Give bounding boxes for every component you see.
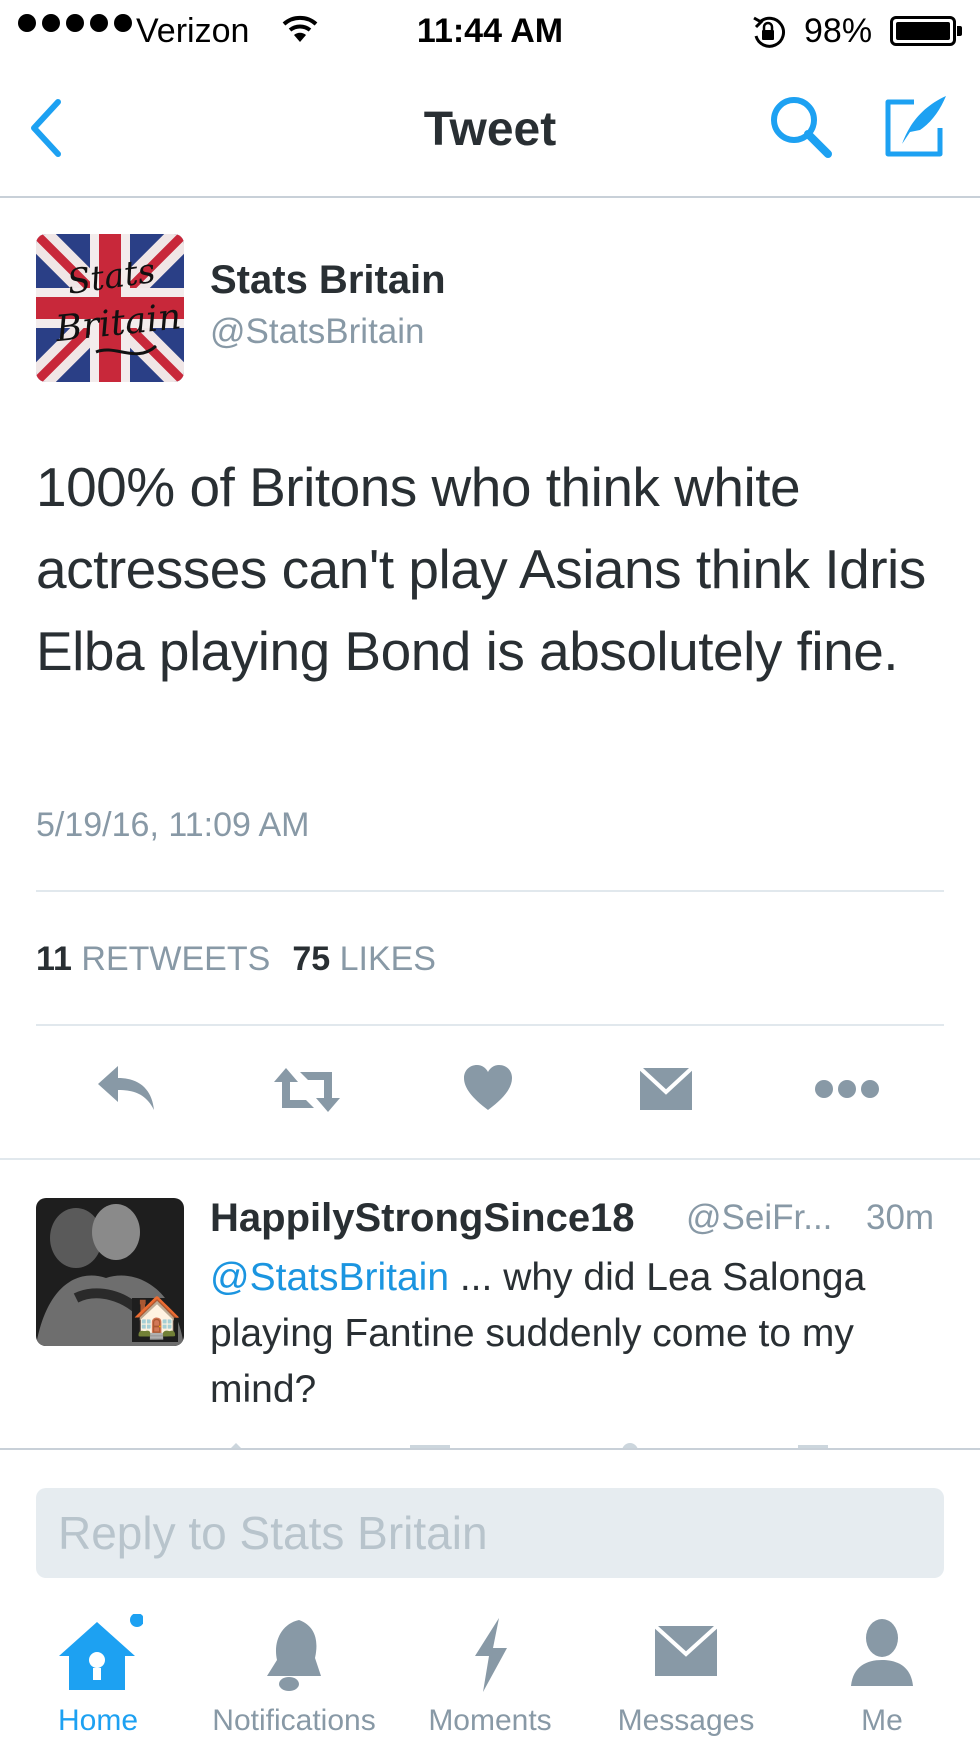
like-button[interactable] <box>462 1064 514 1117</box>
union-jack-logo: Stats Britain <box>36 234 184 382</box>
tab-label: Home <box>57 1704 139 1737</box>
author-avatar[interactable]: Stats Britain <box>36 234 184 382</box>
tab-label: Moments <box>428 1704 552 1737</box>
likes-stat[interactable]: 75 LIKES <box>292 940 436 978</box>
tab-moments[interactable]: Moments <box>392 1604 588 1740</box>
navigation-bar: Tweet <box>0 64 980 198</box>
compose-icon <box>885 96 946 157</box>
tab-notifications[interactable]: Notifications <box>196 1604 392 1740</box>
reply-button[interactable] <box>96 1064 158 1117</box>
tab-home[interactable]: Home <box>0 1604 196 1740</box>
bell-icon <box>196 1614 392 1694</box>
reply-time: 30m <box>866 1198 935 1237</box>
likes-count: 75 <box>292 940 331 978</box>
retweet-icon <box>274 1068 340 1112</box>
reply-bar <box>0 1448 980 1606</box>
direct-message-button[interactable] <box>638 1064 694 1119</box>
envelope-icon <box>588 1614 784 1694</box>
battery-percent: 98% <box>804 12 873 50</box>
envelope-icon <box>638 1066 694 1110</box>
reply-author-name[interactable]: HappilyStrongSince18 <box>210 1196 635 1241</box>
retweet-button[interactable] <box>272 1064 342 1121</box>
search-icon <box>771 97 832 158</box>
author-handle[interactable]: @StatsBritain <box>210 312 425 352</box>
tweet-text: 100% of Britons who think white actresse… <box>36 456 926 682</box>
home-icon <box>0 1614 196 1694</box>
tweet-timestamp: 5/19/16, 11:09 AM <box>36 806 310 844</box>
retweets-label: RETWEETS <box>81 940 271 978</box>
retweets-count: 11 <box>36 940 72 978</box>
reply-input[interactable] <box>36 1488 944 1578</box>
divider <box>0 1158 980 1160</box>
tweet-actions <box>0 1052 980 1132</box>
likes-label: LIKES <box>339 940 436 978</box>
heart-icon <box>464 1065 512 1110</box>
tab-me[interactable]: Me <box>784 1604 980 1740</box>
reply-mention[interactable]: @StatsBritain <box>210 1256 449 1299</box>
tab-bar: Home Notifications Moments Messages Me <box>0 1604 980 1740</box>
divider <box>36 890 944 892</box>
tab-label: Messages <box>617 1704 755 1737</box>
tab-label: Me <box>861 1704 903 1737</box>
rotation-lock-icon <box>748 12 788 61</box>
compose-button[interactable] <box>880 92 950 167</box>
retweets-stat[interactable]: 11 RETWEETS <box>36 940 270 978</box>
divider <box>36 1024 944 1026</box>
reply-author-handle[interactable]: @SeiFr... <box>686 1198 832 1238</box>
battery-icon <box>890 16 962 46</box>
house-emoji: 🏠 <box>132 1296 182 1340</box>
lightning-icon <box>392 1614 588 1694</box>
more-icon <box>815 1080 879 1098</box>
reply-author-avatar[interactable]: 🏠 <box>36 1198 184 1346</box>
more-button[interactable] <box>814 1078 880 1105</box>
tweet-stats: 11 RETWEETS 75 LIKES <box>36 940 436 979</box>
search-button[interactable] <box>768 94 834 165</box>
reply-icon <box>98 1066 154 1110</box>
reply-text: @StatsBritain ... why did Lea Salonga pl… <box>210 1250 950 1418</box>
status-bar: Verizon 11:44 AM 98% <box>0 0 980 64</box>
author-name[interactable]: Stats Britain <box>210 258 446 303</box>
tab-label: Notifications <box>212 1704 376 1737</box>
tab-messages[interactable]: Messages <box>588 1604 784 1740</box>
person-icon <box>784 1614 980 1694</box>
